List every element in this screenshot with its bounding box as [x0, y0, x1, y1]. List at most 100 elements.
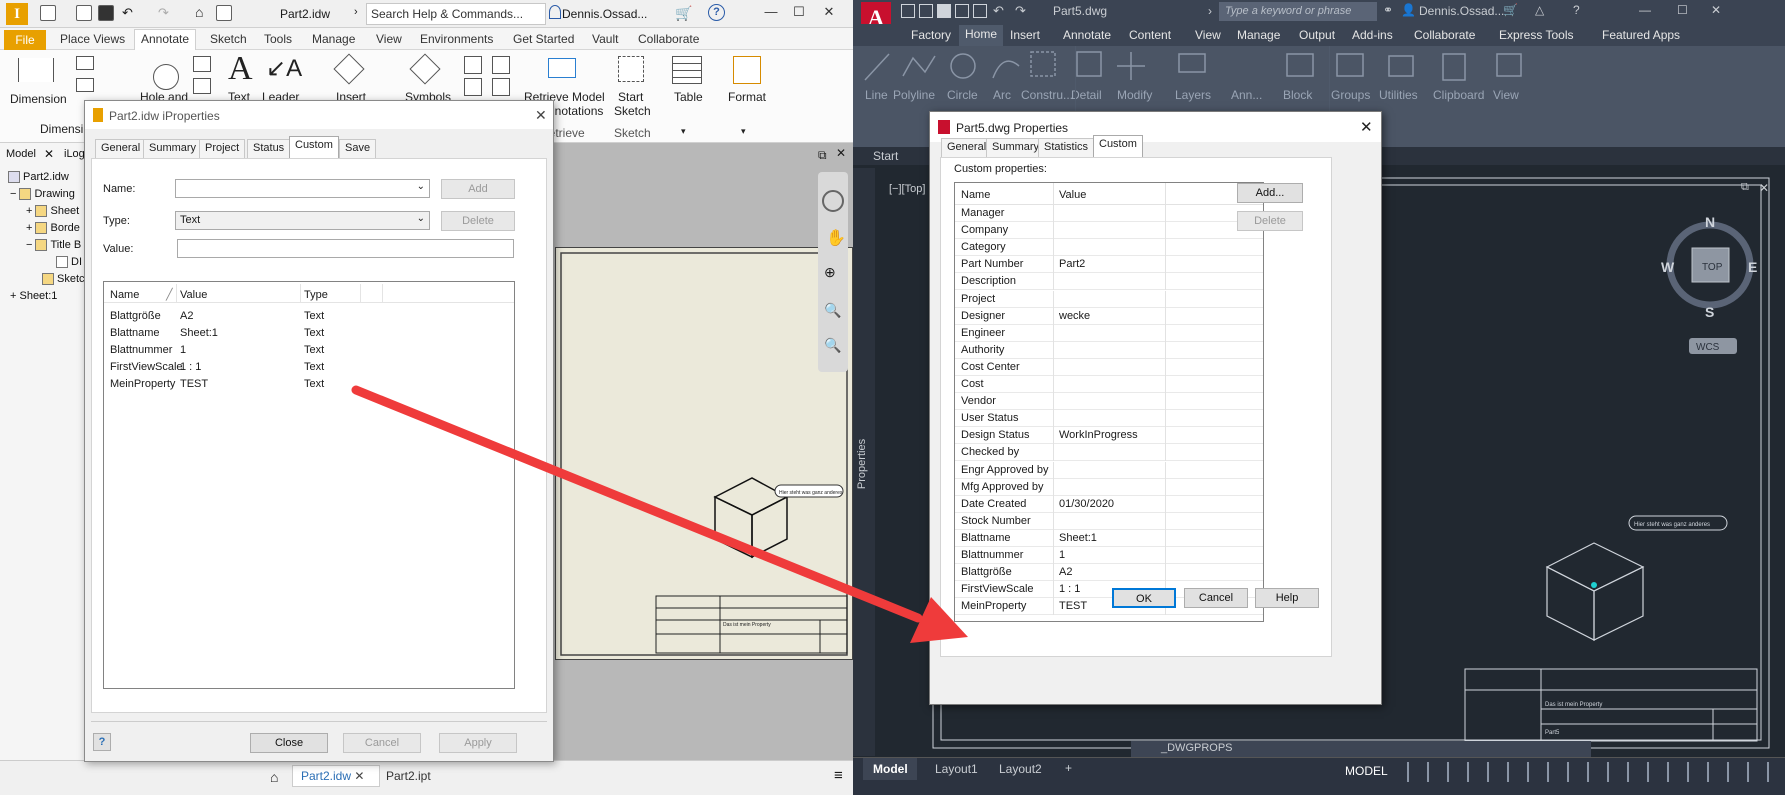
name-combo[interactable]: ⌄: [175, 179, 430, 198]
cancel-button[interactable]: Cancel: [1184, 588, 1248, 608]
add-button[interactable]: Add: [441, 179, 515, 199]
tab-layout2[interactable]: Layout2: [999, 762, 1042, 776]
status-toggle-icons[interactable]: [1399, 762, 1769, 782]
delete-button[interactable]: Delete: [441, 211, 515, 231]
custom-properties-list[interactable]: Name Value Manager Company Category Part Nu…: [954, 182, 1264, 622]
column-header-type[interactable]: Type: [304, 289, 328, 301]
close-button[interactable]: Close: [250, 733, 328, 753]
viewcube-east[interactable]: E: [1748, 259, 1757, 275]
tab-part2-idw[interactable]: Part2.idw ✕: [292, 765, 380, 787]
table-row[interactable]: Mfg Approved by: [955, 478, 1263, 496]
column-divider: [1165, 358, 1166, 376]
table-row[interactable]: Date Created 01/30/2020: [955, 495, 1263, 513]
wcs-menu[interactable]: WCS: [1696, 342, 1720, 353]
status-bar: Model Layout1 Layout2 + MODEL: [853, 757, 1785, 795]
table-row[interactable]: Design Status WorkInProgress: [955, 427, 1263, 445]
custom-properties-list[interactable]: Name ╱ Value Type Blattgröße A2 Text Blattn…: [103, 281, 515, 689]
table-row[interactable]: Blattnummer 1 Text: [104, 342, 514, 359]
tab-save[interactable]: Save: [339, 139, 377, 158]
tab-general[interactable]: General: [941, 138, 993, 157]
menu-icon[interactable]: ≡: [834, 767, 843, 784]
table-row[interactable]: Cost Center: [955, 358, 1263, 376]
table-row[interactable]: Engr Approved by: [955, 461, 1263, 479]
tab-model[interactable]: Model: [863, 758, 917, 780]
tab-statistics[interactable]: Statistics: [1038, 138, 1095, 157]
column-divider: [1053, 376, 1054, 393]
table-row[interactable]: Manager: [955, 205, 1263, 222]
column-divider: [176, 284, 177, 302]
table-row[interactable]: Blattnummer 1: [955, 547, 1263, 564]
table-row[interactable]: Part Number Part2: [955, 256, 1263, 274]
close-icon[interactable]: ✕: [354, 769, 364, 783]
table-row[interactable]: Checked by: [955, 444, 1263, 462]
viewcube-west[interactable]: W: [1661, 259, 1675, 275]
column-divider: [1165, 427, 1166, 445]
close-icon[interactable]: ✕: [535, 107, 547, 124]
table-row[interactable]: Blattname Sheet:1: [955, 529, 1263, 547]
column-divider: [1053, 461, 1054, 479]
tab-general[interactable]: General: [95, 139, 147, 158]
zoom-window-icon[interactable]: 🔍: [824, 302, 841, 319]
column-header-name[interactable]: Name: [961, 189, 990, 201]
restore-icon[interactable]: ⧉: [818, 148, 827, 163]
cell-name: Description: [961, 275, 1017, 288]
table-row[interactable]: User Status: [955, 410, 1263, 428]
help-button[interactable]: Help: [1255, 588, 1319, 608]
table-row[interactable]: Authority: [955, 341, 1263, 359]
cell-name: Checked by: [961, 446, 1020, 459]
pan-hand-icon[interactable]: ✋: [826, 228, 846, 248]
table-row[interactable]: Category: [955, 239, 1263, 257]
ok-button[interactable]: OK: [1112, 588, 1176, 608]
table-row[interactable]: Vendor: [955, 393, 1263, 411]
steering-wheel-icon[interactable]: [822, 190, 844, 212]
table-row[interactable]: Company: [955, 222, 1263, 240]
zoom-all-icon[interactable]: 🔍: [824, 337, 841, 354]
column-header-name[interactable]: Name: [110, 289, 139, 301]
apply-button[interactable]: Apply: [439, 733, 517, 753]
close-icon[interactable]: ✕: [1360, 118, 1373, 136]
table-row[interactable]: FirstViewScale 1 : 1 Text: [104, 359, 514, 376]
table-row[interactable]: Project: [955, 290, 1263, 308]
tab-summary[interactable]: Summary: [986, 138, 1046, 157]
type-select[interactable]: Text ⌄: [175, 211, 430, 230]
chevron-down-icon[interactable]: ⌄: [417, 213, 425, 224]
chevron-down-icon[interactable]: ⌄: [417, 181, 425, 192]
autocad-app-icon: [938, 120, 950, 134]
column-header-value[interactable]: Value: [180, 289, 207, 301]
table-row[interactable]: MeinProperty TEST Text: [104, 376, 514, 393]
add-property-button[interactable]: Add...: [1237, 183, 1303, 203]
cell-value: TEST: [180, 378, 209, 390]
delete-property-button[interactable]: Delete: [1237, 211, 1303, 231]
tab-custom[interactable]: Custom: [1093, 135, 1143, 157]
viewcube-south[interactable]: S: [1705, 304, 1714, 320]
tab-project[interactable]: Project: [199, 139, 246, 158]
table-row[interactable]: Description: [955, 273, 1263, 291]
table-row[interactable]: Designer wecke: [955, 307, 1263, 325]
close-canvas-icon[interactable]: ✕: [836, 146, 846, 160]
tab-part2-ipt[interactable]: Part2.ipt: [386, 769, 431, 783]
table-row[interactable]: Blattgröße A2: [955, 564, 1263, 582]
cell-type: Text: [304, 378, 325, 390]
viewcube-top[interactable]: TOP: [1702, 262, 1723, 273]
value-input[interactable]: [177, 239, 514, 258]
tab-status[interactable]: Status: [247, 139, 291, 158]
table-row[interactable]: Blattgröße A2 Text: [104, 308, 514, 325]
viewcube-north[interactable]: N: [1705, 214, 1715, 230]
home-icon[interactable]: ⌂: [270, 769, 278, 785]
column-header-value[interactable]: Value: [1059, 189, 1086, 201]
cancel-button[interactable]: Cancel: [343, 733, 421, 753]
table-row[interactable]: Stock Number: [955, 512, 1263, 530]
help-icon[interactable]: ?: [93, 733, 111, 751]
column-divider: [1165, 205, 1166, 222]
tab-custom[interactable]: Custom: [289, 136, 339, 158]
command-line[interactable]: _DWGPROPS: [1131, 741, 1591, 757]
table-row[interactable]: Blattname Sheet:1 Text: [104, 325, 514, 342]
table-row[interactable]: Engineer: [955, 324, 1263, 342]
cell-name: Cost Center: [961, 360, 1020, 373]
tab-layout1[interactable]: Layout1: [935, 762, 978, 776]
add-layout-icon[interactable]: +: [1065, 761, 1072, 775]
tab-summary[interactable]: Summary: [143, 139, 203, 158]
zoom-icon[interactable]: ⊕: [824, 264, 836, 281]
model-space-toggle[interactable]: MODEL: [1345, 764, 1388, 778]
table-row[interactable]: Cost: [955, 376, 1263, 393]
